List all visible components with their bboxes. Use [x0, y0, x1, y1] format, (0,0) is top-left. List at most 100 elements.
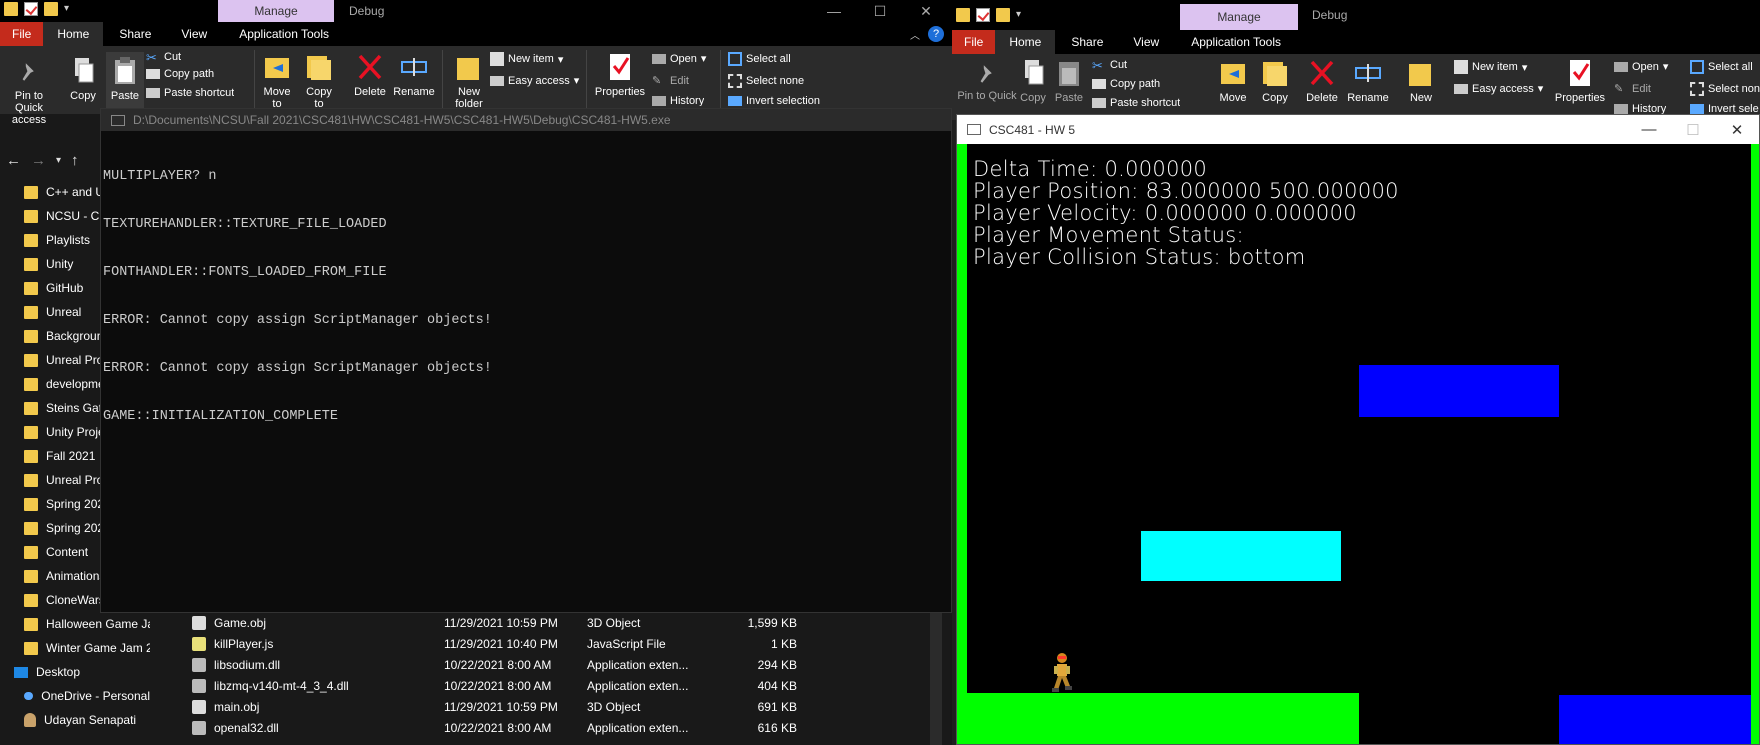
- copy-to-button[interactable]: Copy: [1258, 58, 1292, 104]
- tab-view[interactable]: View: [167, 22, 221, 46]
- file-row[interactable]: libzmq-v140-mt-4_3_4.dll 10/22/2021 8:00 …: [168, 675, 948, 696]
- paste-shortcut-button[interactable]: Paste shortcut: [146, 88, 234, 98]
- new-folder-button[interactable]: New folder: [452, 52, 486, 110]
- select-none-button[interactable]: Select none: [728, 74, 804, 88]
- file-row[interactable]: openal32.dll 10/22/2021 8:00 AM Applicatio…: [168, 717, 948, 738]
- file-row[interactable]: libsodium.dll 10/22/2021 8:00 AM Applicati…: [168, 654, 948, 675]
- new-item-button[interactable]: New item ▾: [1454, 60, 1527, 74]
- sidebar-item-label: Backgroun: [46, 329, 104, 343]
- delete-button[interactable]: Delete: [350, 52, 390, 98]
- copy-button[interactable]: Copy: [1016, 58, 1050, 104]
- new-folder-icon[interactable]: [996, 8, 1010, 22]
- delete-button[interactable]: Delete: [1302, 58, 1342, 104]
- file-date: 11/29/2021 10:59 PM: [444, 699, 558, 714]
- tab-share[interactable]: Share: [103, 22, 167, 46]
- properties-check-icon[interactable]: [24, 2, 38, 16]
- file-list: Game.obj 11/29/2021 10:59 PM 3D Object 1,59…: [168, 612, 948, 738]
- new-folder-label: New folder: [455, 86, 483, 110]
- collapse-ribbon-icon[interactable]: ︿: [910, 27, 920, 42]
- delete-x-icon: [1310, 60, 1334, 86]
- new-folder-button[interactable]: New: [1404, 58, 1438, 104]
- close-button[interactable]: ✕: [903, 0, 949, 22]
- properties-check-icon[interactable]: [976, 8, 990, 22]
- copy-button[interactable]: Copy: [66, 56, 100, 102]
- paste-shortcut-button[interactable]: Paste shortcut: [1092, 98, 1180, 108]
- move-to-button[interactable]: Move: [1216, 58, 1250, 104]
- easy-access-button[interactable]: Easy access ▾: [490, 74, 579, 87]
- recent-chevron-icon[interactable]: ▾: [56, 155, 61, 166]
- select-all-label: Select all: [746, 53, 791, 65]
- sidebar-item[interactable]: Winter Game Jam 20: [0, 636, 150, 660]
- tab-manage[interactable]: Manage: [218, 0, 334, 22]
- open-label: Open: [670, 52, 697, 65]
- cut-button[interactable]: ✂ Cut: [1092, 58, 1127, 73]
- close-button[interactable]: ✕: [1715, 115, 1759, 144]
- open-button[interactable]: Open ▾: [652, 52, 706, 65]
- minimize-button[interactable]: —: [811, 0, 857, 22]
- tab-file[interactable]: File: [952, 30, 996, 54]
- edit-button[interactable]: ✎ Edit: [652, 74, 689, 88]
- forward-arrow-icon[interactable]: →: [31, 152, 46, 169]
- paste-button[interactable]: Paste: [106, 52, 144, 110]
- file-row[interactable]: killPlayer.js 11/29/2021 10:40 PM JavaScri…: [168, 633, 948, 654]
- move-to-label: Move to: [263, 86, 291, 110]
- cut-button[interactable]: ✂ Cut: [146, 50, 181, 65]
- properties-button[interactable]: Properties: [592, 52, 648, 98]
- pin-to-quick-access-button[interactable]: Pin to Quick access: [0, 60, 58, 126]
- tab-view[interactable]: View: [1119, 30, 1173, 54]
- select-none-button[interactable]: Select non: [1690, 82, 1760, 96]
- tab-file[interactable]: File: [0, 22, 44, 46]
- tab-manage[interactable]: Manage: [1180, 4, 1298, 30]
- maximize-button[interactable]: ☐: [1671, 115, 1715, 144]
- properties-button[interactable]: Properties: [1552, 58, 1608, 104]
- invert-selection-button[interactable]: Invert selection: [728, 96, 820, 106]
- folder-icon: [24, 497, 38, 511]
- chevron-down-icon: ▾: [1521, 61, 1528, 74]
- copy-path-label: Copy path: [164, 68, 215, 80]
- file-row[interactable]: main.obj 11/29/2021 10:59 PM 3D Object 691 …: [168, 696, 948, 717]
- tab-home[interactable]: Home: [43, 22, 104, 46]
- rename-label: Rename: [393, 86, 435, 98]
- rename-button[interactable]: Rename: [390, 52, 438, 98]
- pin-to-quick-access-button[interactable]: Pin to Quick: [957, 62, 1017, 102]
- tab-application-tools[interactable]: Application Tools: [221, 22, 347, 46]
- new-folder-icon[interactable]: [44, 2, 58, 16]
- paste-button[interactable]: Paste: [1052, 58, 1086, 104]
- open-button[interactable]: Open ▾: [1614, 60, 1668, 73]
- copy-icon: [1025, 60, 1044, 85]
- copy-path-button[interactable]: Copy path: [146, 68, 214, 80]
- edit-button[interactable]: ✎ Edit: [1614, 82, 1651, 96]
- select-all-button[interactable]: Select all: [1690, 60, 1753, 74]
- history-button[interactable]: History: [652, 96, 704, 106]
- new-item-button[interactable]: New item ▾: [490, 52, 563, 66]
- easy-access-button[interactable]: Easy access ▾: [1454, 82, 1543, 95]
- console-line: FONTHANDLER::FONTS_LOADED_FROM_FILE: [103, 265, 387, 280]
- invert-selection-button[interactable]: Invert sele: [1690, 104, 1759, 114]
- file-row[interactable]: Game.obj 11/29/2021 10:59 PM 3D Object 1,59…: [168, 612, 948, 633]
- tab-share[interactable]: Share: [1055, 30, 1119, 54]
- tab-home[interactable]: Home: [995, 30, 1056, 54]
- folder-icon: [24, 593, 38, 607]
- copy-to-label: Copy: [1262, 92, 1288, 104]
- sidebar-item-onedrive[interactable]: OneDrive - Personal: [0, 684, 150, 708]
- folder-icon: [24, 617, 38, 631]
- up-arrow-icon[interactable]: ↑: [71, 152, 79, 169]
- chevron-down-icon[interactable]: ▾: [1016, 8, 1030, 22]
- back-arrow-icon[interactable]: ←: [6, 152, 21, 169]
- tab-application-tools[interactable]: Application Tools: [1173, 30, 1299, 54]
- rename-button[interactable]: Rename: [1344, 58, 1392, 104]
- help-icon[interactable]: ?: [928, 26, 944, 42]
- copy-to-button[interactable]: Copy to: [302, 52, 336, 110]
- sidebar-item[interactable]: Halloween Game Jam: [0, 612, 150, 636]
- file-list-scrollbar[interactable]: [930, 612, 942, 745]
- copy-path-button[interactable]: Copy path: [1092, 78, 1160, 90]
- move-to-button[interactable]: Move to: [260, 52, 294, 110]
- maximize-button[interactable]: ☐: [857, 0, 903, 22]
- minimize-button[interactable]: —: [1627, 115, 1671, 144]
- sidebar-item-desktop[interactable]: Desktop: [0, 660, 150, 684]
- game-canvas[interactable]: Delta Time: 0.000000 Player Position: 83…: [957, 144, 1759, 744]
- select-all-button[interactable]: Select all: [728, 52, 791, 66]
- sidebar-item-user[interactable]: Udayan Senapati: [0, 708, 150, 732]
- chevron-down-icon[interactable]: ▾: [64, 2, 78, 16]
- history-button[interactable]: History: [1614, 104, 1666, 114]
